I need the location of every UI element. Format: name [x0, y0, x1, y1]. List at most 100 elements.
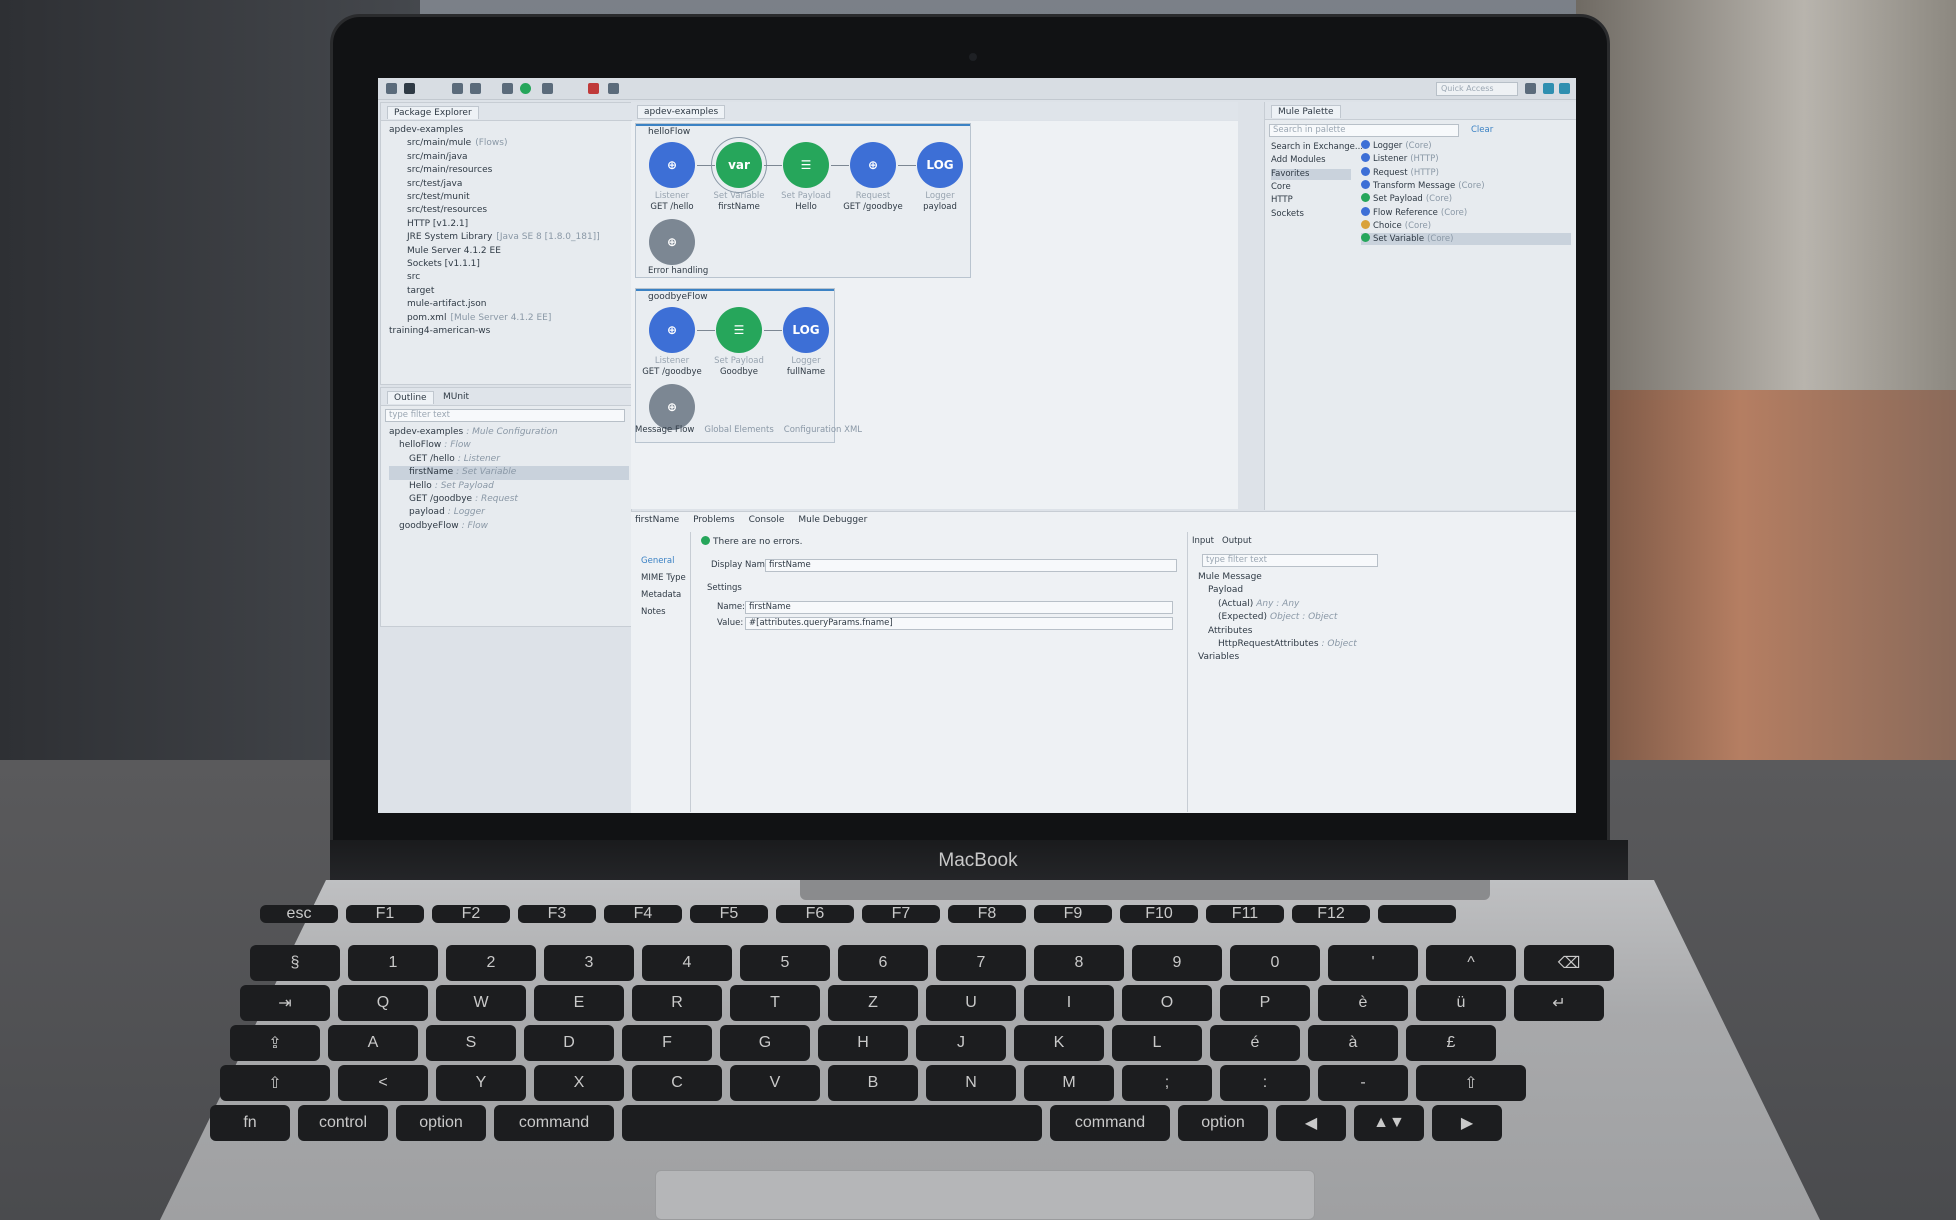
key[interactable]: control	[298, 1105, 388, 1141]
key[interactable]: à	[1308, 1025, 1398, 1061]
key[interactable]: F6	[776, 905, 854, 923]
display-name-input[interactable]: firstName	[765, 559, 1177, 572]
tab-apdev-examples[interactable]: apdev-examples	[637, 105, 726, 119]
key[interactable]: option	[1178, 1105, 1268, 1141]
outline-filter-input[interactable]: type filter text	[385, 409, 625, 422]
tree-item[interactable]: HTTP [v1.2.1]	[389, 218, 600, 231]
key[interactable]: ⇧	[1416, 1065, 1526, 1101]
key[interactable]: K	[1014, 1025, 1104, 1061]
outline-item[interactable]: payload: Logger	[389, 506, 629, 519]
tab-input[interactable]: Input	[1192, 536, 1214, 546]
key[interactable]: -	[1318, 1065, 1408, 1101]
palette-item[interactable]: Flow Reference (Core)	[1361, 206, 1467, 219]
tab-munit[interactable]: MUnit	[437, 391, 475, 403]
menu-icon[interactable]	[386, 83, 397, 94]
outline-item[interactable]: GET /hello: Listener	[389, 453, 629, 466]
bottom-tab[interactable]: Mule Debugger	[798, 515, 867, 525]
key[interactable]: 5	[740, 945, 830, 981]
bottom-tab[interactable]: Problems	[693, 515, 734, 525]
flow-node-request[interactable]: ⊕	[850, 142, 896, 188]
deploy-icon[interactable]	[470, 83, 481, 94]
key[interactable]: :	[1220, 1065, 1310, 1101]
key[interactable]: 4	[642, 945, 732, 981]
key[interactable]: F1	[346, 905, 424, 923]
palette-clear-link[interactable]: Clear	[1471, 125, 1493, 135]
flow-node-set-payload[interactable]: ☰	[783, 142, 829, 188]
key[interactable]: è	[1318, 985, 1408, 1021]
key[interactable]: F12	[1292, 905, 1370, 923]
tab-global-elements[interactable]: Global Elements	[704, 425, 773, 435]
key[interactable]: ⌫	[1524, 945, 1614, 981]
key[interactable]: 1	[348, 945, 438, 981]
tree-item[interactable]: apdev-examples	[389, 124, 600, 137]
key[interactable]: 7	[936, 945, 1026, 981]
key[interactable]: fn	[210, 1105, 290, 1141]
key[interactable]: £	[1406, 1025, 1496, 1061]
palette-item[interactable]: Set Payload (Core)	[1361, 193, 1452, 205]
properties-sidebar-item[interactable]: MIME Type	[641, 573, 686, 583]
key[interactable]: B	[828, 1065, 918, 1101]
key[interactable]: R	[632, 985, 722, 1021]
key[interactable]: O	[1122, 985, 1212, 1021]
palette-item[interactable]: Transform Message (Core)	[1361, 179, 1485, 192]
key[interactable]: ;	[1122, 1065, 1212, 1101]
key[interactable]: 8	[1034, 945, 1124, 981]
key[interactable]: T	[730, 985, 820, 1021]
properties-sidebar-item[interactable]: General	[641, 556, 675, 566]
tree-item[interactable]: JRE System Library [Java SE 8 [1.8.0_181]…	[389, 231, 600, 244]
palette-item[interactable]: Request (HTTP)	[1361, 166, 1439, 179]
key[interactable]: E	[534, 985, 624, 1021]
tree-item[interactable]: pom.xml [Mule Server 4.1.2 EE]	[389, 312, 600, 325]
key[interactable]	[622, 1105, 1042, 1141]
key[interactable]: 0	[1230, 945, 1320, 981]
palette-search-input[interactable]: Search in palette	[1269, 124, 1459, 137]
outline-item[interactable]: Hello: Set Payload	[389, 480, 629, 493]
key[interactable]: W	[436, 985, 526, 1021]
stop-icon[interactable]	[588, 83, 599, 94]
palette-category[interactable]: Search in Exchange...	[1271, 142, 1363, 153]
key[interactable]: 2	[446, 945, 536, 981]
palette-category[interactable]: Sockets	[1271, 209, 1304, 220]
value-input[interactable]: #[attributes.queryParams.fname]	[745, 617, 1173, 630]
key[interactable]: F5	[690, 905, 768, 923]
save-icon[interactable]	[452, 83, 463, 94]
key[interactable]: F9	[1034, 905, 1112, 923]
metadata-filter-input[interactable]: type filter text	[1202, 554, 1378, 567]
palette-category[interactable]: Favorites	[1271, 168, 1351, 180]
key[interactable]: I	[1024, 985, 1114, 1021]
tree-item[interactable]: src/main/resources	[389, 164, 600, 177]
outline-item[interactable]: firstName: Set Variable	[389, 466, 629, 480]
tree-item[interactable]: src/test/munit	[389, 191, 600, 204]
tab-message-flow[interactable]: Message Flow	[635, 425, 694, 435]
key[interactable]: Z	[828, 985, 918, 1021]
flow-node-set-payload[interactable]: ☰	[716, 307, 762, 353]
tree-item[interactable]: src/test/resources	[389, 204, 600, 217]
key[interactable]: 9	[1132, 945, 1222, 981]
key[interactable]: ◀	[1276, 1105, 1346, 1141]
tab-configuration-xml[interactable]: Configuration XML	[784, 425, 862, 435]
tab-package-explorer[interactable]: Package Explorer	[387, 106, 479, 119]
palette-category[interactable]: Add Modules	[1271, 155, 1326, 166]
run-icon[interactable]	[520, 83, 531, 94]
key[interactable]: F11	[1206, 905, 1284, 923]
key[interactable]: ▶	[1432, 1105, 1502, 1141]
tree-item[interactable]: Sockets [v1.1.1]	[389, 258, 600, 271]
key[interactable]: N	[926, 1065, 1016, 1101]
bottom-tab[interactable]: Console	[749, 515, 785, 525]
key[interactable]: §	[250, 945, 340, 981]
outline-item[interactable]: GET /goodbye: Request	[389, 493, 629, 506]
key[interactable]: command	[494, 1105, 614, 1141]
flow-node-logger[interactable]: LOG	[917, 142, 963, 188]
key[interactable]: esc	[260, 905, 338, 923]
palette-item[interactable]: Listener (HTTP)	[1361, 153, 1439, 165]
key[interactable]	[1378, 905, 1456, 923]
properties-sidebar-item[interactable]: Metadata	[641, 590, 681, 600]
mule-perspective-icon[interactable]	[1543, 83, 1554, 94]
tree-item[interactable]: target	[389, 285, 600, 298]
key[interactable]: Q	[338, 985, 428, 1021]
key[interactable]: é	[1210, 1025, 1300, 1061]
tree-item[interactable]: mule-artifact.json	[389, 298, 600, 311]
palette-category[interactable]: HTTP	[1271, 195, 1293, 206]
properties-sidebar-item[interactable]: Notes	[641, 607, 666, 617]
key[interactable]: G	[720, 1025, 810, 1061]
